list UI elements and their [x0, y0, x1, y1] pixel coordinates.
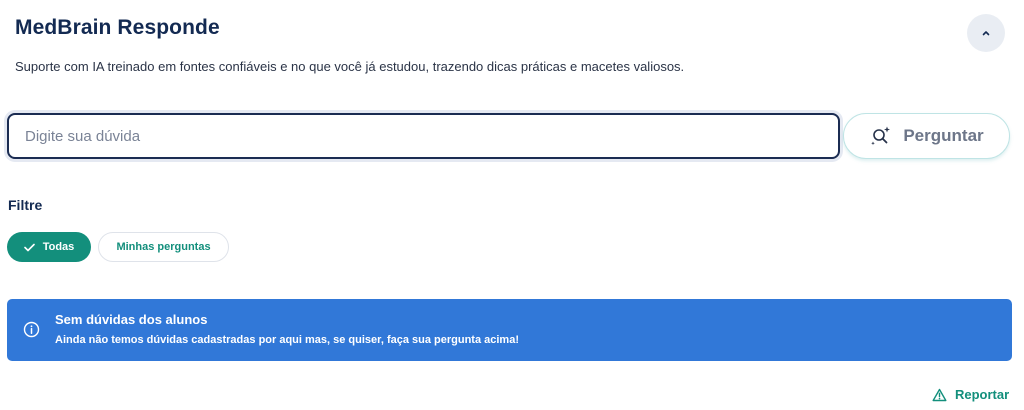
report-link-label: Reportar: [955, 387, 1010, 402]
alert-title: Sem dúvidas dos alunos: [55, 312, 208, 327]
chevron-up-icon: [982, 31, 990, 36]
filter-chip-my-questions-label: Minhas perguntas: [116, 241, 211, 253]
page-subtitle: Suporte com IA treinado em fontes confiá…: [15, 59, 685, 74]
collapse-button[interactable]: [967, 14, 1005, 52]
ai-search-sparkle-icon: [871, 126, 891, 146]
filter-label: Filtre: [8, 197, 43, 213]
empty-state-alert: Sem dúvidas dos alunos Ainda não temos d…: [7, 299, 1012, 361]
filter-chip-all[interactable]: Todas: [7, 232, 91, 262]
filter-chip-my-questions[interactable]: Minhas perguntas: [98, 232, 229, 262]
ask-button[interactable]: Perguntar: [843, 113, 1010, 159]
page-title: MedBrain Responde: [15, 16, 220, 39]
info-icon: [23, 321, 40, 338]
ask-button-label: Perguntar: [903, 126, 984, 145]
warning-triangle-icon: [932, 388, 947, 401]
alert-message: Ainda não temos dúvidas cadastradas por …: [55, 334, 519, 346]
question-input[interactable]: [7, 113, 840, 159]
report-link[interactable]: Reportar: [932, 387, 1009, 402]
filter-chip-all-label: Todas: [42, 241, 75, 253]
check-icon: [23, 243, 35, 251]
